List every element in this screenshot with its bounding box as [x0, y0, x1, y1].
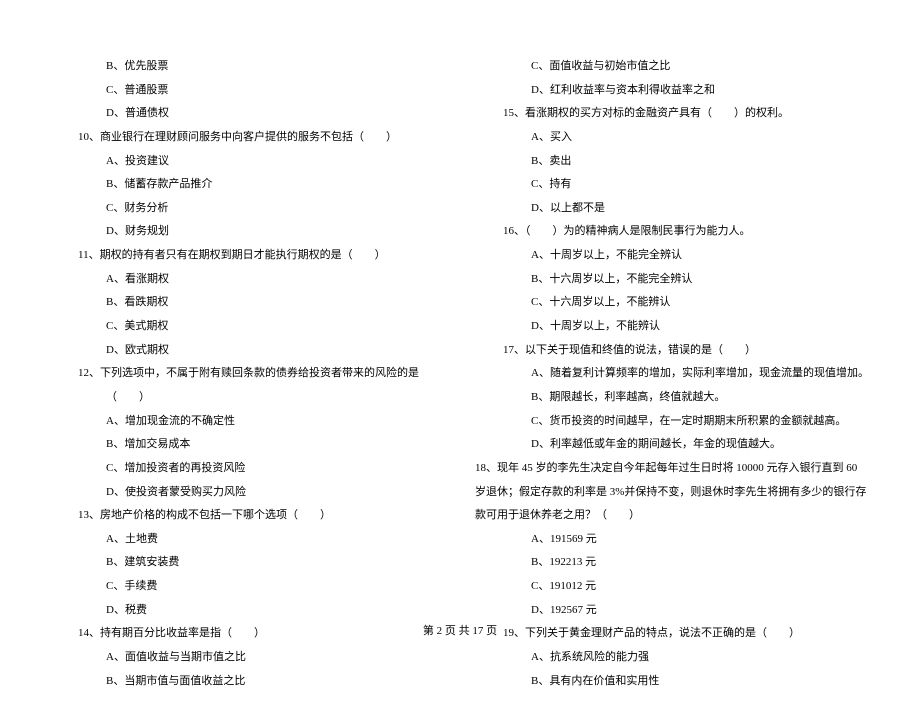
option: C、美式期权: [50, 315, 445, 339]
option: C、面值收益与初始市值之比: [475, 55, 870, 79]
question-12: 12、下列选项中，不属于附有赎回条款的债券给投资者带来的风险的是（ ）: [78, 362, 445, 409]
option: B、储蓄存款产品推介: [50, 173, 445, 197]
option: B、期限越长，利率越高，终值就越大。: [475, 386, 870, 410]
option: D、红利收益率与资本利得收益率之和: [475, 79, 870, 103]
option: D、利率越低或年金的期间越长，年金的现值越大。: [475, 433, 870, 457]
option: D、以上都不是: [475, 197, 870, 221]
page-footer: 第 2 页 共 17 页: [0, 622, 920, 638]
option: B、优先股票: [50, 55, 445, 79]
option: B、当期市值与面值收益之比: [50, 670, 445, 694]
option: C、财务分析: [50, 197, 445, 221]
question-11: 11、期权的持有者只有在期权到期日才能执行期权的是（ ）: [78, 244, 445, 268]
option: B、增加交易成本: [50, 433, 445, 457]
option: D、普通债权: [50, 102, 445, 126]
option: A、十周岁以上，不能完全辨认: [475, 244, 870, 268]
option: D、税费: [50, 599, 445, 623]
option: A、191569 元: [475, 528, 870, 552]
option: A、随着复利计算频率的增加，实际利率增加，现金流量的现值增加。: [475, 362, 870, 386]
option: B、十六周岁以上，不能完全辨认: [475, 268, 870, 292]
option: C、手续费: [50, 575, 445, 599]
option: C、十六周岁以上，不能辨认: [475, 291, 870, 315]
question-17: 17、以下关于现值和终值的说法，错误的是（ ）: [503, 339, 870, 363]
question-16: 16、（ ）为的精神病人是限制民事行为能力人。: [503, 220, 870, 244]
option: D、十周岁以上，不能辨认: [475, 315, 870, 339]
option: B、看跌期权: [50, 291, 445, 315]
question-13: 13、房地产价格的构成不包括一下哪个选项（ ）: [78, 504, 445, 528]
option: C、普通股票: [50, 79, 445, 103]
left-column: B、优先股票 C、普通股票 D、普通债权 10、商业银行在理财顾问服务中向客户提…: [50, 55, 445, 693]
option: D、财务规划: [50, 220, 445, 244]
option: C、191012 元: [475, 575, 870, 599]
option: C、货币投资的时间越早，在一定时期期末所积累的金额就越高。: [475, 410, 870, 434]
option: D、192567 元: [475, 599, 870, 623]
option: B、具有内在价值和实用性: [475, 670, 870, 694]
option: A、土地费: [50, 528, 445, 552]
option: B、卖出: [475, 150, 870, 174]
option: D、使投资者蒙受购买力风险: [50, 481, 445, 505]
option: A、看涨期权: [50, 268, 445, 292]
page-body: B、优先股票 C、普通股票 D、普通债权 10、商业银行在理财顾问服务中向客户提…: [0, 0, 920, 723]
option: A、增加现金流的不确定性: [50, 410, 445, 434]
option: A、投资建议: [50, 150, 445, 174]
question-10: 10、商业银行在理财顾问服务中向客户提供的服务不包括（ ）: [78, 126, 445, 150]
right-column: C、面值收益与初始市值之比 D、红利收益率与资本利得收益率之和 15、看涨期权的…: [475, 55, 870, 693]
question-15: 15、看涨期权的买方对标的金融资产具有（ ）的权利。: [503, 102, 870, 126]
option: B、192213 元: [475, 551, 870, 575]
option: B、建筑安装费: [50, 551, 445, 575]
option: D、欧式期权: [50, 339, 445, 363]
option: C、持有: [475, 173, 870, 197]
question-18: 18、现年 45 岁的李先生决定自今年起每年过生日时将 10000 元存入银行直…: [475, 457, 870, 528]
option: C、增加投资者的再投资风险: [50, 457, 445, 481]
option: A、买入: [475, 126, 870, 150]
